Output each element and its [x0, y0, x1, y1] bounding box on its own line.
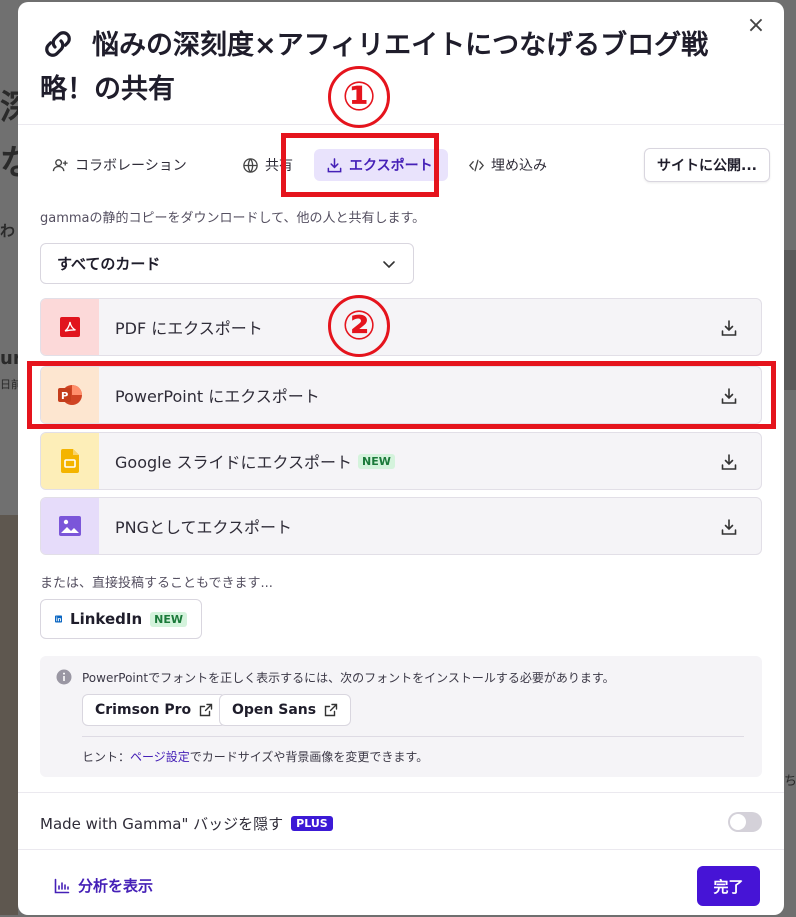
background-text: わ [0, 222, 16, 240]
done-button[interactable]: 完了 [697, 866, 760, 906]
link-icon [45, 31, 71, 57]
annotation-highlight-powerpoint [27, 361, 776, 429]
download-icon[interactable] [719, 517, 739, 537]
tab-collaboration[interactable]: コラボレーション [40, 149, 199, 181]
download-icon[interactable] [719, 452, 739, 472]
divider [18, 792, 784, 793]
new-badge: NEW [358, 453, 395, 469]
font-info-box: PowerPointでフォントを正しく表示するには、次のフォントをインストールす… [40, 656, 762, 777]
annotation-number-2: ② [328, 295, 390, 357]
export-google-slides-row[interactable]: Google スライドにエクスポート NEW [40, 432, 762, 490]
font-info-text: PowerPointでフォントを正しく表示するには、次のフォントをインストールす… [82, 671, 615, 685]
export-label: PDF にエクスポート [115, 315, 263, 339]
font-name: Open Sans [232, 702, 317, 718]
google-slides-icon [61, 449, 79, 473]
background-image [784, 250, 796, 390]
divider [18, 849, 784, 850]
tab-embed[interactable]: 埋め込み [456, 149, 559, 181]
hint-text: ヒント：ページ設定でカードサイズや背景画像を変更できます。 [82, 748, 428, 765]
icon-cell [41, 498, 99, 554]
publish-site-button[interactable]: サイトに公開... [644, 148, 770, 182]
annotation-highlight-export-tab [281, 133, 439, 197]
toggle-knob [730, 814, 746, 830]
export-label-text: PNGとしてエクスポート [115, 518, 293, 537]
plus-badge: PLUS [291, 815, 333, 831]
page-settings-link[interactable]: ページ設定 [130, 750, 190, 764]
dialog-title-line2: 略！の共有 [40, 74, 175, 105]
direct-post-text: または、直接投稿することもできます... [40, 576, 273, 591]
export-label-text: PDF にエクスポート [115, 319, 263, 338]
hint-suffix: でカードサイズや背景画像を変更できます。 [189, 750, 429, 764]
font-link-crimson-pro[interactable]: Crimson Pro [82, 694, 227, 726]
hide-badge-toggle[interactable] [728, 812, 762, 832]
globe-icon [243, 157, 258, 173]
external-link-icon [199, 703, 213, 717]
icon-cell [41, 433, 99, 489]
divider [82, 736, 744, 737]
linkedin-icon [55, 615, 63, 623]
tab-label: 埋め込み [491, 158, 547, 174]
add-user-icon [52, 158, 68, 171]
view-analytics-button[interactable]: 分析を表示 [54, 875, 153, 896]
hint-prefix: ヒント： [82, 750, 131, 764]
code-icon [469, 159, 484, 171]
new-badge: NEW [150, 611, 187, 627]
external-link-icon [324, 703, 338, 717]
icon-cell [41, 299, 99, 355]
linkedin-button[interactable]: LinkedIn NEW [40, 599, 202, 639]
divider [18, 124, 784, 125]
linkedin-label: LinkedIn [70, 610, 143, 628]
image-icon [59, 516, 81, 536]
tab-label: コラボレーション [75, 158, 187, 174]
download-icon[interactable] [719, 318, 739, 338]
pdf-icon [60, 317, 80, 337]
info-icon [56, 669, 72, 685]
card-select[interactable]: すべてのカード [40, 243, 414, 284]
export-label: PNGとしてエクスポート [115, 514, 292, 538]
export-description: gammaの静的コピーをダウンロードして、他の人と共有します。 [40, 211, 426, 226]
card-select-value: すべてのカード [57, 255, 161, 273]
export-label: Google スライドにエクスポート NEW [115, 449, 395, 473]
font-name: Crimson Pro [95, 702, 192, 718]
view-analytics-label: 分析を表示 [78, 877, 154, 895]
dialog-title-line1: 悩みの深刻度×アフィリエイトにつなげるブログ戦 [92, 30, 709, 61]
background-image [784, 570, 796, 630]
export-png-row[interactable]: PNGとしてエクスポート [40, 497, 762, 555]
hide-badge-setting: Made with Gamma" バッジを隠す PLUS [40, 812, 762, 834]
annotation-number-1: ① [328, 66, 390, 128]
bar-chart-icon [54, 878, 70, 893]
hide-badge-label: Made with Gamma" バッジを隠す [40, 814, 284, 833]
background-text: ち [784, 774, 796, 789]
export-label-text: Google スライドにエクスポート [115, 453, 353, 472]
export-pdf-row[interactable]: PDF にエクスポート [40, 298, 762, 356]
background-image [0, 515, 18, 915]
chevron-down-icon [383, 260, 395, 268]
font-link-open-sans[interactable]: Open Sans [219, 694, 352, 726]
